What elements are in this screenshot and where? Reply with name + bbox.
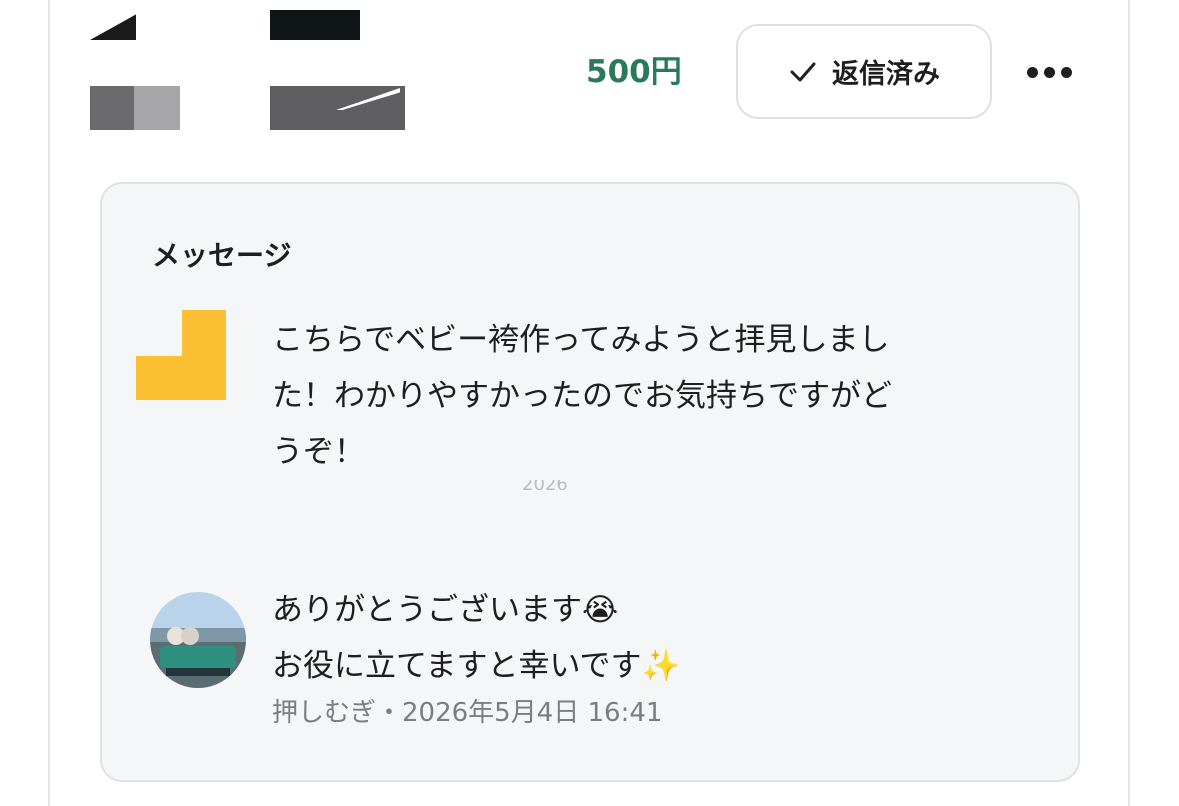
- creator-avatar-photo: [150, 592, 246, 688]
- more-horizontal-icon: [1043, 66, 1055, 78]
- message-line: うぞ！: [272, 434, 365, 470]
- creator-avatar[interactable]: [150, 592, 246, 688]
- redacted-name-block: [270, 10, 360, 40]
- sender-avatar[interactable]: [136, 310, 226, 400]
- message-card-title: メッセージ: [152, 239, 292, 272]
- replied-button-label: 返信済み: [832, 59, 940, 90]
- redacted-info-block: [134, 86, 180, 130]
- message-card: メッセージ こちらでベビー袴作ってみようと拝見しまし た！わかりやすかったのでお…: [100, 182, 1080, 782]
- reply-line: ありがとうございます😭: [272, 592, 619, 628]
- sender-message: こちらでベビー袴作ってみようと拝見しまし た！わかりやすかったのでお気持ちですが…: [272, 312, 1012, 480]
- reply-meta: 押しむぎ・2026年5月4日 16:41: [272, 698, 663, 728]
- avatar-shape: [136, 356, 226, 400]
- reply-line: お役に立てますと幸いです✨: [272, 648, 681, 684]
- check-icon: [790, 62, 816, 81]
- message-line: こちらでベビー袴作ってみようと拝見しまし: [272, 322, 890, 358]
- more-options-button[interactable]: [1022, 54, 1076, 90]
- redacted-info-block: [270, 86, 405, 130]
- creator-reply: ありがとうございます😭 お役に立てますと幸いです✨: [272, 582, 972, 694]
- more-horizontal-icon: [1026, 66, 1038, 78]
- redacted-info-block: [90, 86, 134, 130]
- more-horizontal-icon: [1060, 66, 1072, 78]
- tip-amount: 500円: [586, 54, 682, 90]
- replied-button[interactable]: 返信済み: [736, 24, 992, 119]
- message-line: た！わかりやすかったのでお気持ちですがど: [272, 378, 892, 414]
- message-timestamp: 2026: [522, 480, 612, 490]
